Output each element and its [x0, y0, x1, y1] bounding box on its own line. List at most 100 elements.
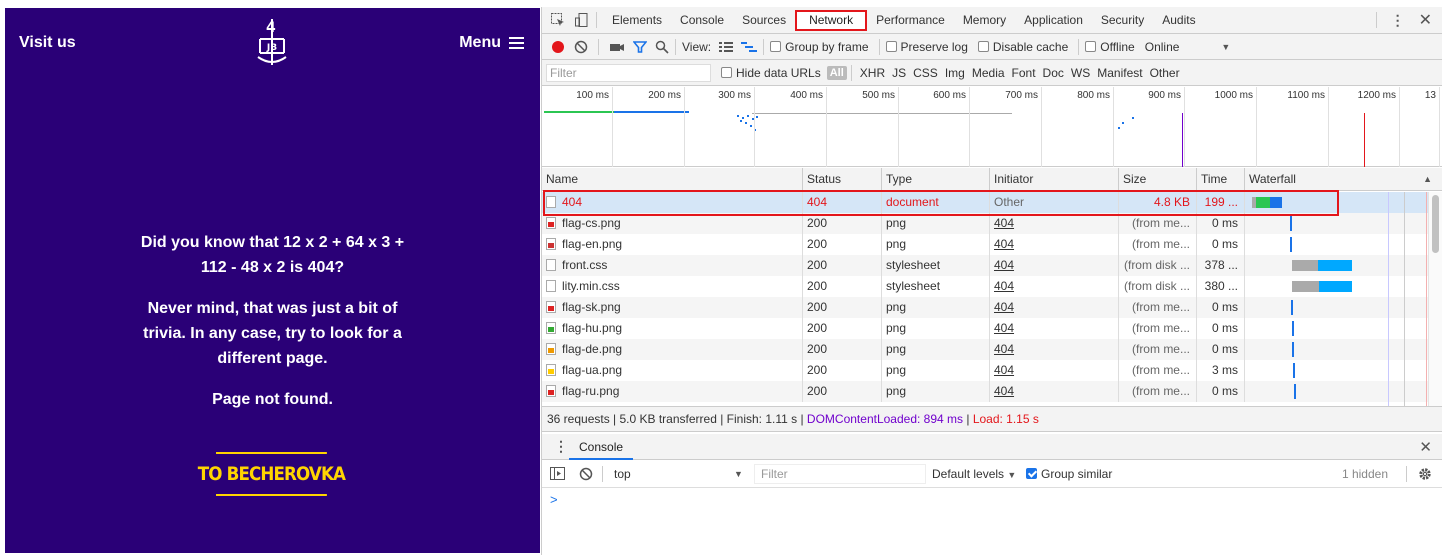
visit-us-link[interactable]: Visit us: [19, 34, 76, 52]
tab-elements[interactable]: Elements: [603, 7, 671, 34]
column-waterfall[interactable]: Waterfall ▲: [1245, 168, 1442, 191]
drawer-menu-icon[interactable]: ⋮: [554, 438, 568, 455]
request-name[interactable]: flag-ua.png: [542, 360, 803, 381]
filter-input[interactable]: Filter: [546, 63, 711, 82]
preserve-log-checkbox[interactable]: Preserve log: [885, 40, 968, 54]
request-row[interactable]: flag-cs.png 200 png 404 (from me... 0 ms: [542, 213, 1428, 234]
filter-type-img[interactable]: Img: [945, 66, 965, 80]
filter-type-other[interactable]: Other: [1150, 66, 1180, 80]
network-overview[interactable]: 100 ms 200 ms 300 ms 400 ms 500 ms 600 ms 700 …: [542, 87, 1442, 167]
request-row[interactable]: lity.min.css 200 stylesheet 404 (from disk .…: [542, 276, 1428, 297]
request-name-text: flag-hu.png: [562, 321, 623, 335]
timeline-tick-label: 13: [1424, 90, 1436, 101]
device-toolbar-icon[interactable]: [574, 12, 590, 28]
request-row[interactable]: flag-ua.png 200 png 404 (from me... 3 ms: [542, 360, 1428, 381]
request-row[interactable]: flag-en.png 200 png 404 (from me... 0 ms: [542, 234, 1428, 255]
becherovka-logo-icon[interactable]: 4 JB: [252, 17, 292, 69]
more-options-icon[interactable]: ⋮: [1391, 12, 1405, 29]
request-initiator[interactable]: 404: [990, 339, 1119, 360]
request-name[interactable]: flag-hu.png: [542, 318, 803, 339]
clear-icon[interactable]: [574, 40, 588, 54]
hide-data-urls-checkbox[interactable]: Hide data URLs: [721, 66, 821, 80]
overview-waterfall-icon[interactable]: [741, 41, 758, 53]
to-becherovka-button[interactable]: TO BECHEROVKA: [198, 452, 346, 496]
tab-application[interactable]: Application: [1015, 7, 1092, 34]
scrollbar-thumb[interactable]: [1432, 195, 1439, 253]
offline-checkbox[interactable]: Offline: [1085, 40, 1135, 54]
column-time[interactable]: Time: [1197, 168, 1245, 191]
request-name[interactable]: flag-cs.png: [542, 213, 803, 234]
group-by-frame-checkbox[interactable]: Group by frame: [770, 40, 869, 54]
disable-cache-checkbox[interactable]: Disable cache: [977, 40, 1068, 54]
large-rows-icon[interactable]: [719, 41, 734, 53]
request-size: (from disk ...: [1119, 276, 1197, 297]
request-name[interactable]: flag-de.png: [542, 339, 803, 360]
filter-type-js[interactable]: JS: [892, 66, 906, 80]
filter-type-css[interactable]: CSS: [913, 66, 938, 80]
filter-funnel-icon[interactable]: [633, 40, 647, 54]
document-file-icon: [546, 280, 556, 292]
tab-network[interactable]: Network: [795, 9, 868, 31]
menu-button[interactable]: Menu: [459, 34, 524, 52]
tab-security[interactable]: Security: [1092, 7, 1153, 34]
group-similar-checkbox[interactable]: Group similar: [1026, 467, 1112, 481]
request-initiator[interactable]: 404: [990, 381, 1119, 402]
inspect-element-icon[interactable]: [550, 12, 566, 28]
filter-all-button[interactable]: All: [826, 65, 847, 80]
filter-type-font[interactable]: Font: [1012, 66, 1036, 80]
tab-sources[interactable]: Sources: [733, 7, 795, 34]
waterfall-bar: [1293, 363, 1295, 378]
screenshot-capture-icon[interactable]: [609, 40, 625, 54]
console-settings-gear-icon[interactable]: [1418, 467, 1432, 481]
request-row[interactable]: front.css 200 stylesheet 404 (from disk ... 3…: [542, 255, 1428, 276]
request-row[interactable]: flag-hu.png 200 png 404 (from me... 0 ms: [542, 318, 1428, 339]
record-icon[interactable]: [551, 40, 565, 54]
context-dropdown-icon[interactable]: ▼: [734, 469, 743, 479]
column-status[interactable]: Status: [803, 168, 882, 191]
column-name[interactable]: Name: [542, 168, 803, 191]
console-sidebar-icon[interactable]: [550, 467, 566, 481]
request-name[interactable]: flag-ru.png: [542, 381, 803, 402]
drawer-tab-console[interactable]: Console: [569, 434, 634, 460]
tab-console[interactable]: Console: [671, 7, 733, 34]
request-row[interactable]: flag-de.png 200 png 404 (from me... 0 ms: [542, 339, 1428, 360]
filter-type-ws[interactable]: WS: [1071, 66, 1090, 80]
request-initiator[interactable]: 404: [990, 234, 1119, 255]
request-initiator[interactable]: 404: [990, 360, 1119, 381]
throttling-dropdown-icon[interactable]: ▼: [1221, 42, 1230, 52]
request-name[interactable]: flag-en.png: [542, 234, 803, 255]
search-icon[interactable]: [655, 40, 669, 54]
filter-type-media[interactable]: Media: [972, 66, 1005, 80]
console-output[interactable]: >: [542, 488, 1442, 555]
column-size[interactable]: Size: [1119, 168, 1197, 191]
request-row[interactable]: flag-sk.png 200 png 404 (from me... 0 ms: [542, 297, 1428, 318]
request-name[interactable]: lity.min.css: [542, 276, 803, 297]
filter-type-xhr[interactable]: XHR: [860, 66, 885, 80]
context-selector[interactable]: top: [614, 467, 631, 481]
request-initiator[interactable]: 404: [990, 297, 1119, 318]
filter-type-manifest[interactable]: Manifest: [1097, 66, 1142, 80]
filter-type-doc[interactable]: Doc: [1043, 66, 1064, 80]
log-levels-select[interactable]: Default levels ▼: [932, 467, 1016, 481]
request-row[interactable]: flag-ru.png 200 png 404 (from me... 0 ms: [542, 381, 1428, 402]
request-initiator[interactable]: 404: [990, 318, 1119, 339]
request-status: 200: [803, 360, 882, 381]
request-initiator[interactable]: 404: [990, 276, 1119, 297]
request-initiator[interactable]: 404: [990, 255, 1119, 276]
throttling-select[interactable]: Online: [1145, 40, 1180, 54]
column-type[interactable]: Type: [882, 168, 990, 191]
request-name[interactable]: front.css: [542, 255, 803, 276]
devtools-panel: Elements Console Sources Network Performance…: [541, 7, 1442, 555]
column-initiator[interactable]: Initiator: [990, 168, 1119, 191]
request-name[interactable]: flag-sk.png: [542, 297, 803, 318]
request-initiator[interactable]: 404: [990, 213, 1119, 234]
close-devtools-icon[interactable]: ✕: [1419, 10, 1432, 30]
waterfall-bar: [1292, 260, 1318, 271]
close-drawer-icon[interactable]: ✕: [1419, 438, 1432, 456]
tab-performance[interactable]: Performance: [867, 7, 954, 34]
tab-memory[interactable]: Memory: [954, 7, 1015, 34]
console-filter-input[interactable]: Filter: [754, 464, 926, 484]
waterfall-bar: [1290, 216, 1292, 231]
tab-audits[interactable]: Audits: [1153, 7, 1204, 34]
clear-console-icon[interactable]: [579, 467, 593, 481]
